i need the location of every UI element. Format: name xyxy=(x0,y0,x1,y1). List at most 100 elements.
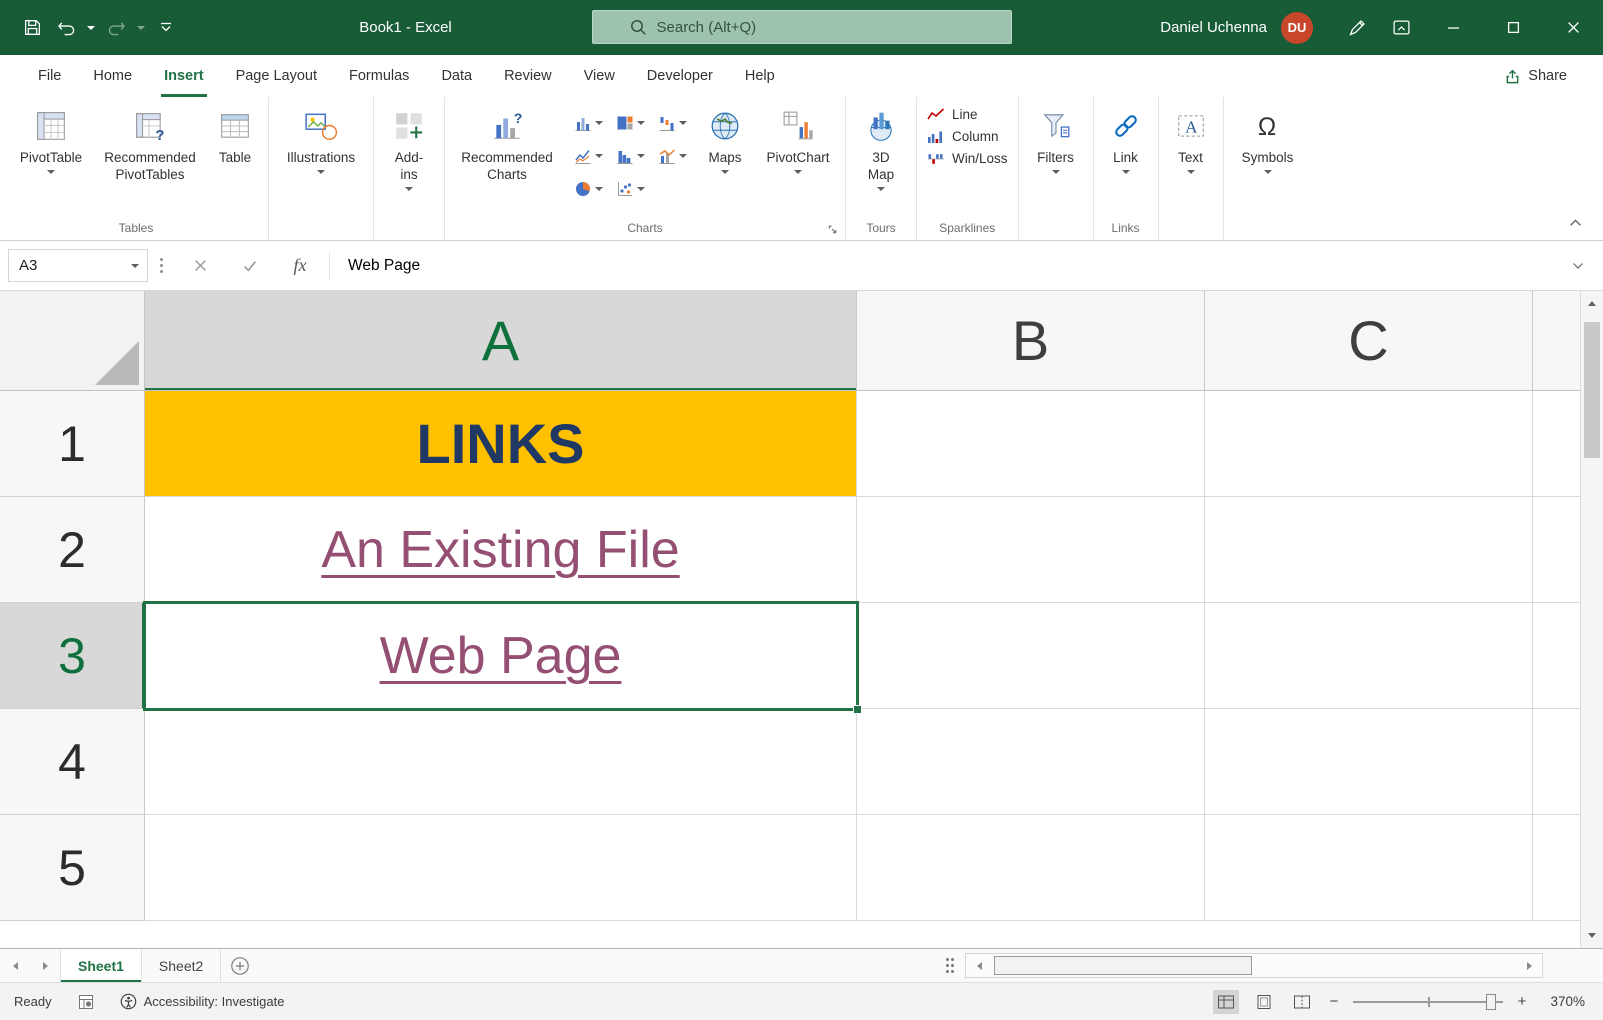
collapse-ribbon-button[interactable] xyxy=(1563,212,1587,232)
hscroll-left-icon[interactable] xyxy=(966,954,992,977)
row-header-3[interactable]: 3 xyxy=(0,603,145,709)
row-header-5[interactable]: 5 xyxy=(0,815,145,921)
zoom-slider[interactable] xyxy=(1353,992,1503,1012)
addins-button[interactable]: Add-ins xyxy=(378,97,440,191)
insert-line-chart-button[interactable] xyxy=(567,139,609,172)
redo-dropdown-icon[interactable] xyxy=(134,10,148,46)
horizontal-scroll-thumb[interactable] xyxy=(994,956,1252,975)
save-button[interactable] xyxy=(16,10,48,46)
cell-d2-partial[interactable] xyxy=(1533,497,1580,603)
cell-b5[interactable] xyxy=(857,815,1205,921)
cell-c1[interactable] xyxy=(1205,391,1533,497)
filters-button[interactable]: Filters xyxy=(1023,97,1089,174)
select-all-corner[interactable] xyxy=(0,291,145,391)
symbols-button[interactable]: Ω Symbols xyxy=(1228,97,1308,174)
cell-a5[interactable] xyxy=(145,815,857,921)
cell-c4[interactable] xyxy=(1205,709,1533,815)
column-header-partial[interactable] xyxy=(1533,291,1580,391)
insert-column-chart-button[interactable] xyxy=(567,106,609,139)
cell-d3-partial[interactable] xyxy=(1533,603,1580,709)
enter-button[interactable] xyxy=(225,249,275,283)
accessibility-status[interactable]: Accessibility: Investigate xyxy=(120,993,284,1010)
tab-review[interactable]: Review xyxy=(488,55,568,97)
new-sheet-button[interactable] xyxy=(221,949,259,982)
fill-handle[interactable] xyxy=(853,705,862,714)
formula-bar-splitter[interactable] xyxy=(160,258,163,273)
vertical-scrollbar[interactable] xyxy=(1580,291,1603,948)
recommended-pivottables-button[interactable]: ? Recommended PivotTables xyxy=(94,97,206,183)
link-button[interactable]: Link xyxy=(1098,97,1154,174)
zoom-level[interactable]: 370% xyxy=(1541,994,1585,1009)
tab-scrollbar-splitter[interactable] xyxy=(946,949,955,982)
view-page-layout-button[interactable] xyxy=(1251,990,1277,1014)
tab-view[interactable]: View xyxy=(568,55,631,97)
scroll-down-icon[interactable] xyxy=(1581,923,1603,948)
tab-data[interactable]: Data xyxy=(425,55,488,97)
cell-d1-partial[interactable] xyxy=(1533,391,1580,497)
vertical-scroll-thumb[interactable] xyxy=(1584,322,1600,458)
column-header-c[interactable]: C xyxy=(1205,291,1533,391)
macro-record-button[interactable] xyxy=(78,994,94,1010)
cell-c2[interactable] xyxy=(1205,497,1533,603)
insert-combo-chart-button[interactable] xyxy=(651,139,693,172)
maps-button[interactable]: Maps xyxy=(695,97,755,174)
redo-button[interactable] xyxy=(100,10,132,46)
insert-waterfall-chart-button[interactable] xyxy=(651,106,693,139)
sheet-nav-right-icon[interactable] xyxy=(30,949,60,982)
column-header-b[interactable]: B xyxy=(857,291,1205,391)
tab-home[interactable]: Home xyxy=(77,55,148,97)
cell-a4[interactable] xyxy=(145,709,857,815)
name-box[interactable]: A3 xyxy=(8,249,148,282)
cell-b3[interactable] xyxy=(857,603,1205,709)
cell-a3[interactable]: Web Page xyxy=(145,603,857,709)
cell-a1[interactable]: LINKS xyxy=(145,391,857,497)
row-header-4[interactable]: 4 xyxy=(0,709,145,815)
undo-dropdown-icon[interactable] xyxy=(84,10,98,46)
sparkline-line-button[interactable]: Line xyxy=(927,107,1008,122)
row-header-2[interactable]: 2 xyxy=(0,497,145,603)
scroll-up-icon[interactable] xyxy=(1581,291,1603,316)
column-header-a[interactable]: A xyxy=(145,291,857,391)
formula-input[interactable]: Web Page xyxy=(334,257,1561,275)
insert-scatter-chart-button[interactable] xyxy=(609,172,651,205)
expand-formula-bar-icon[interactable] xyxy=(1561,262,1595,270)
tab-sheet2[interactable]: Sheet2 xyxy=(142,949,222,982)
insert-pie-chart-button[interactable] xyxy=(567,172,609,205)
cell-b1[interactable] xyxy=(857,391,1205,497)
undo-button[interactable] xyxy=(50,10,82,46)
cell-a2-hyperlink[interactable]: An Existing File xyxy=(321,520,679,580)
view-page-break-button[interactable] xyxy=(1289,990,1315,1014)
view-normal-button[interactable] xyxy=(1213,989,1239,1014)
tab-insert[interactable]: Insert xyxy=(148,55,220,97)
row-header-1[interactable]: 1 xyxy=(0,391,145,497)
search-box[interactable] xyxy=(591,10,1012,44)
cell-b2[interactable] xyxy=(857,497,1205,603)
tab-developer[interactable]: Developer xyxy=(631,55,729,97)
text-button[interactable]: A Text xyxy=(1163,97,1219,174)
cell-d4-partial[interactable] xyxy=(1533,709,1580,815)
insert-function-button[interactable]: fx xyxy=(275,249,325,283)
cell-b4[interactable] xyxy=(857,709,1205,815)
user-name[interactable]: Daniel Uchenna xyxy=(1160,19,1267,36)
sparkline-winloss-button[interactable]: Win/Loss xyxy=(927,151,1008,166)
search-input[interactable] xyxy=(656,18,957,36)
sparkline-column-button[interactable]: Column xyxy=(927,129,1008,144)
zoom-slider-thumb[interactable] xyxy=(1486,993,1496,1010)
avatar[interactable]: DU xyxy=(1281,11,1313,44)
customize-quick-access-button[interactable] xyxy=(150,10,182,46)
cell-d5-partial[interactable] xyxy=(1533,815,1580,921)
tab-help[interactable]: Help xyxy=(729,55,791,97)
insert-hierarchy-chart-button[interactable] xyxy=(609,106,651,139)
zoom-out-button[interactable]: − xyxy=(1327,993,1341,1010)
close-button[interactable] xyxy=(1543,0,1603,55)
tab-file[interactable]: File xyxy=(22,55,77,97)
share-button[interactable]: Share xyxy=(1494,60,1577,92)
tab-formulas[interactable]: Formulas xyxy=(333,55,425,97)
minimize-button[interactable] xyxy=(1423,0,1483,55)
table-button[interactable]: Table xyxy=(206,97,264,166)
tab-page-layout[interactable]: Page Layout xyxy=(220,55,333,97)
cell-a3-hyperlink[interactable]: Web Page xyxy=(380,626,622,686)
pivotchart-button[interactable]: PivotChart xyxy=(755,97,841,174)
horizontal-scrollbar[interactable] xyxy=(965,953,1543,978)
pivottable-button[interactable]: PivotTable xyxy=(8,97,94,174)
